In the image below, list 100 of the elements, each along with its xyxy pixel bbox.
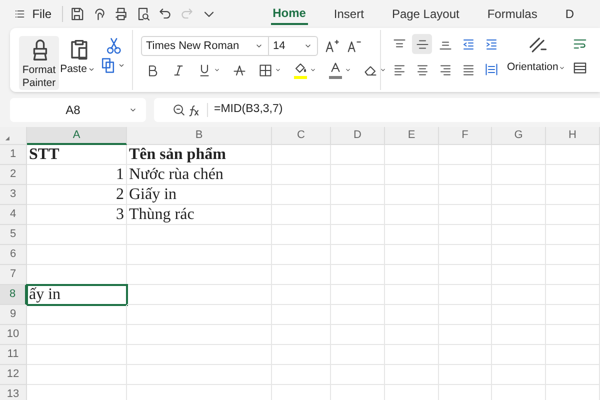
empty-cell[interactable] [272,365,331,385]
column-header[interactable]: H [546,127,600,145]
table-cell[interactable]: Nước rùa chén [127,165,272,185]
empty-cell[interactable] [439,365,492,385]
empty-cell[interactable] [546,205,600,225]
format-painter-button[interactable]: Format Painter [19,36,59,90]
empty-cell[interactable] [385,265,439,285]
table-cell[interactable]: ấy in [27,285,127,305]
font-name-dropdown[interactable]: Times New Roman [141,36,269,56]
empty-cell[interactable] [331,265,385,285]
empty-cell[interactable] [439,265,492,285]
row-header[interactable]: 9 [0,305,27,325]
empty-cell[interactable] [272,185,331,205]
empty-cell[interactable] [546,165,600,185]
empty-cell[interactable] [439,305,492,325]
empty-cell[interactable] [272,145,331,165]
formula-input[interactable]: =MID(B3,3,7) [214,101,283,119]
column-header[interactable]: B [127,127,272,145]
empty-cell[interactable] [385,165,439,185]
empty-cell[interactable] [492,285,546,305]
middle-align-button[interactable] [412,34,432,54]
empty-cell[interactable] [127,345,272,365]
empty-cell[interactable] [272,345,331,365]
ribbon-tab[interactable]: Formulas [485,3,540,25]
name-box[interactable]: A8 [10,98,146,122]
empty-cell[interactable] [272,325,331,345]
table-cell[interactable]: Thùng rác [127,205,272,225]
empty-cell[interactable] [127,265,272,285]
empty-cell[interactable] [272,165,331,185]
file-menu[interactable]: File [32,5,52,23]
empty-cell[interactable] [439,325,492,345]
empty-cell[interactable] [272,205,331,225]
empty-cell[interactable] [331,205,385,225]
empty-cell[interactable] [331,325,385,345]
empty-cell[interactable] [385,205,439,225]
row-header[interactable]: 5 [0,225,27,245]
empty-cell[interactable] [546,245,600,265]
empty-cell[interactable] [492,185,546,205]
table-cell[interactable]: STT [27,145,127,165]
empty-cell[interactable] [272,225,331,245]
row-header[interactable]: 8 [0,285,27,305]
empty-cell[interactable] [331,185,385,205]
borders-button[interactable] [258,62,282,78]
ribbon-tab[interactable]: D [563,3,576,25]
row-header[interactable]: 13 [0,385,27,400]
empty-cell[interactable] [331,145,385,165]
row-header[interactable]: 7 [0,265,27,285]
empty-cell[interactable] [331,165,385,185]
column-header[interactable]: D [331,127,385,145]
empty-cell[interactable] [272,245,331,265]
empty-cell[interactable] [439,145,492,165]
empty-cell[interactable] [492,205,546,225]
empty-cell[interactable] [439,185,492,205]
strikethrough-button[interactable] [232,62,247,78]
table-cell[interactable]: Giấy in [127,185,272,205]
empty-cell[interactable] [492,265,546,285]
font-color-button[interactable] [328,61,352,79]
row-header[interactable]: 3 [0,185,27,205]
empty-cell[interactable] [439,285,492,305]
empty-cell[interactable] [385,305,439,325]
empty-cell[interactable] [492,225,546,245]
ribbon-tab[interactable]: Home [270,3,308,25]
empty-cell[interactable] [385,225,439,245]
column-header[interactable]: A [27,127,127,145]
font-size-dropdown[interactable]: 14 [268,36,318,56]
row-header[interactable]: 10 [0,325,27,345]
empty-cell[interactable] [272,265,331,285]
empty-cell[interactable] [546,345,600,365]
copy-button[interactable] [99,56,126,74]
empty-cell[interactable] [127,225,272,245]
orientation-button[interactable]: Orientation [507,60,566,76]
ribbon-tab[interactable]: Page Layout [390,3,462,25]
empty-cell[interactable] [385,345,439,365]
empty-cell[interactable] [492,145,546,165]
row-header[interactable]: 2 [0,165,27,185]
column-header[interactable]: C [272,127,331,145]
empty-cell[interactable] [439,245,492,265]
ribbon-tab[interactable]: Insert [332,3,366,25]
empty-cell[interactable] [492,245,546,265]
underline-button[interactable] [197,62,221,78]
empty-cell[interactable] [492,305,546,325]
empty-cell[interactable] [439,345,492,365]
empty-cell[interactable] [546,305,600,325]
empty-cell[interactable] [272,285,331,305]
fill-color-button[interactable] [293,61,317,79]
row-header[interactable]: 11 [0,345,27,365]
empty-cell[interactable] [385,325,439,345]
paste-button[interactable]: Paste [60,62,96,78]
empty-cell[interactable] [127,305,272,325]
column-header[interactable]: G [492,127,546,145]
empty-cell[interactable] [546,185,600,205]
empty-cell[interactable] [546,285,600,305]
row-header[interactable]: 4 [0,205,27,225]
row-header[interactable]: 6 [0,245,27,265]
empty-cell[interactable] [546,325,600,345]
empty-cell[interactable] [272,305,331,325]
empty-cell[interactable] [127,325,272,345]
empty-cell[interactable] [127,245,272,265]
empty-cell[interactable] [127,285,272,305]
empty-cell[interactable] [492,325,546,345]
